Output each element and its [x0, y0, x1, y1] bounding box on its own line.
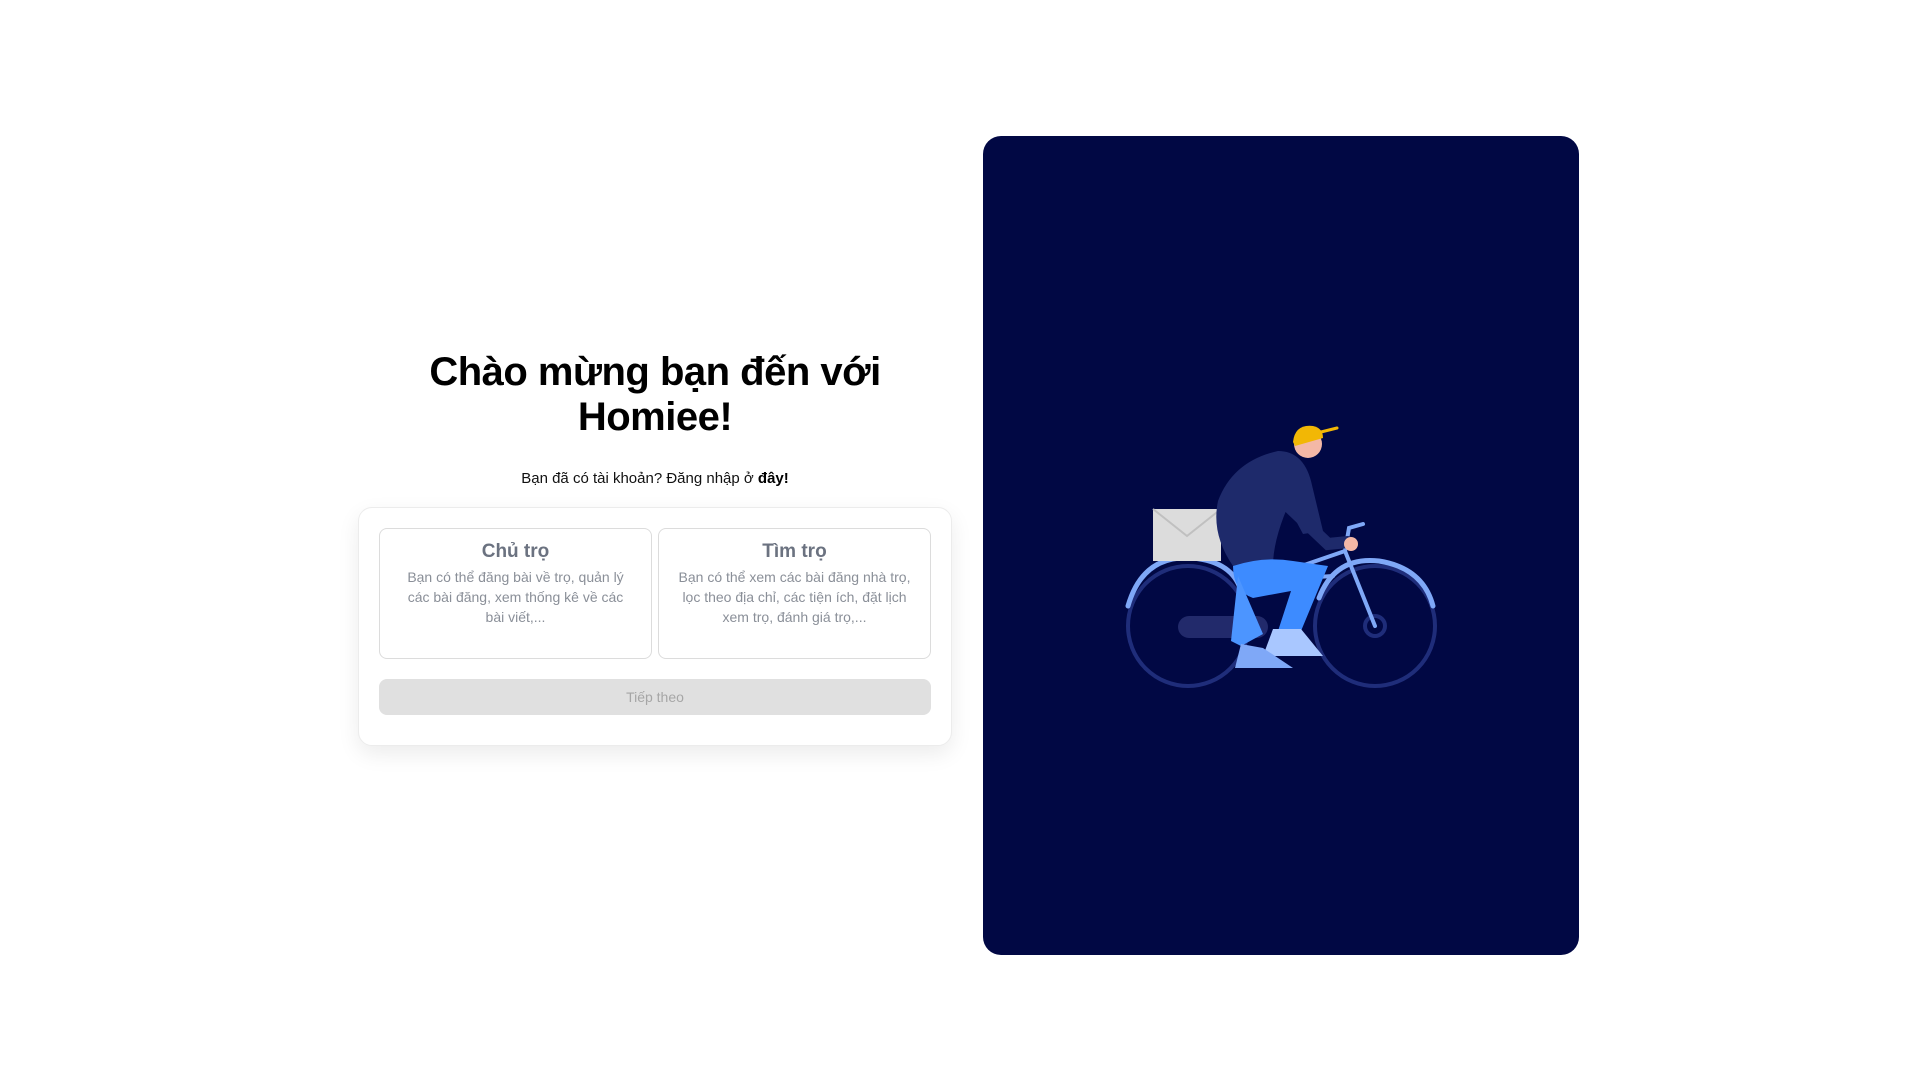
rider-jacket	[1216, 451, 1323, 566]
role-option-description: Bạn có thể đăng bài về trọ, quản lý các …	[407, 569, 624, 625]
delivery-cyclist-illustration	[1125, 425, 1437, 688]
login-prompt: Bạn đã có tài khoản? Đăng nhập ở đây!	[358, 470, 952, 487]
role-option-description: Bạn có thể xem các bài đăng nhà trọ, lọc…	[678, 569, 911, 625]
role-selection-card: Chủ trọ Bạn có thể đăng bài về trọ, quản…	[358, 507, 952, 746]
next-button[interactable]: Tiếp theo	[379, 679, 931, 715]
page-title: Chào mừng bạn đến với Homiee!	[429, 350, 881, 439]
onboarding-page: Chào mừng bạn đến với Homiee! Bạn đã có …	[0, 0, 1920, 1080]
role-options: Chủ trọ Bạn có thể đăng bài về trọ, quản…	[379, 528, 931, 659]
helmet-visor	[1319, 426, 1339, 434]
role-selection-section: Chào mừng bạn đến với Homiee! Bạn đã có …	[358, 350, 952, 746]
role-option-title: Tìm trọ	[762, 541, 827, 562]
role-option-landlord[interactable]: Chủ trọ Bạn có thể đăng bài về trọ, quản…	[379, 528, 652, 659]
login-prompt-text: Bạn đã có tài khoản? Đăng nhập ở	[521, 470, 758, 487]
login-link[interactable]: đây!	[758, 470, 789, 487]
rider-hand	[1344, 537, 1358, 551]
role-option-tenant[interactable]: Tìm trọ Bạn có thể xem các bài đăng nhà …	[658, 528, 931, 659]
illustration-panel	[983, 136, 1579, 955]
role-option-title: Chủ trọ	[481, 541, 550, 562]
